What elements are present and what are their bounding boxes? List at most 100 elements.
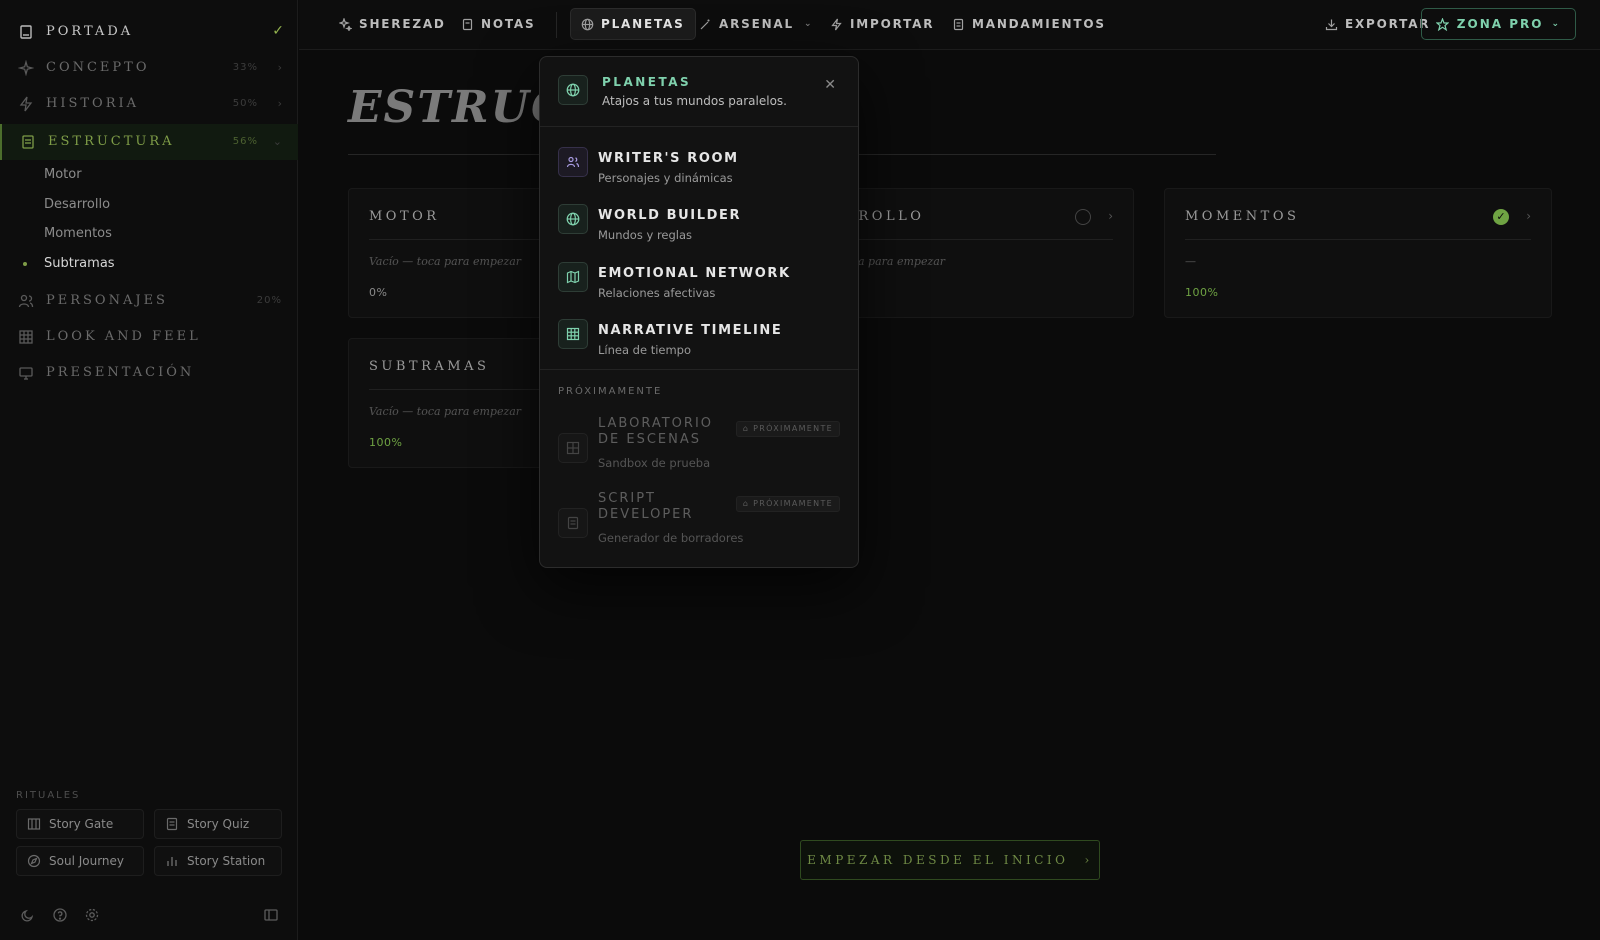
cta-label: EMPEZAR DESDE EL INICIO — [807, 853, 1069, 867]
dropdown-subtitle: Atajos a tus mundos paralelos. — [602, 94, 787, 108]
card-progress: 0% — [369, 286, 388, 299]
nav-label: SHEREZAD — [359, 17, 446, 31]
sidebar-item-label: PERSONAJES — [46, 293, 168, 308]
book-icon — [20, 25, 32, 39]
planet-title: LABORATORIO DE ESCENAS — [598, 416, 714, 447]
planet-title: SCRIPT DEVELOPER — [598, 491, 694, 522]
nav-arsenal[interactable]: ARSENAL ⌄ — [689, 8, 823, 40]
zona-pro-button[interactable]: ZONA PRO ⌄ — [1420, 8, 1576, 40]
sidebar-item-label: LOOK AND FEEL — [46, 329, 201, 344]
globe-icon — [581, 18, 594, 30]
sidebar-item-label: CONCEPTO — [46, 60, 150, 75]
coming-soon-badge: ⌂ PRÓXIMAMENTE — [735, 496, 840, 512]
badge-label: PRÓXIMAMENTE — [753, 424, 833, 433]
download-icon — [1325, 19, 1338, 30]
sidebar-subitem-desarrollo[interactable]: Desarrollo — [44, 197, 110, 212]
map-icon — [558, 262, 588, 292]
zona-pro-label: ZONA PRO — [1456, 17, 1544, 31]
sidebar-item-personajes[interactable]: PERSONAJES 20% — [0, 283, 298, 319]
nav-label: ARSENAL — [719, 17, 794, 31]
planet-subtitle: Personajes y dinámicas — [598, 171, 733, 185]
chevron-right-icon: › — [1084, 853, 1093, 867]
document-icon — [953, 18, 964, 30]
sidebar-item-estructura[interactable]: ESTRUCTURA 56% ⌄ — [0, 124, 298, 160]
card-note: Vacío — toca para empezar — [369, 405, 522, 418]
dropdown-title: PLANETAS — [602, 75, 692, 89]
chevron-right-icon: › — [1526, 209, 1531, 223]
document-icon — [558, 508, 588, 538]
card-momentos[interactable]: MOMENTOS ✓ › — 100% — [1164, 188, 1552, 318]
sidebar: PORTADA ✓ CONCEPTO 33% › HISTORIA 50% › … — [0, 0, 298, 940]
sidebar-item-presentacion[interactable]: PRESENTACIÓN — [0, 355, 298, 391]
sidebar-item-label: PORTADA — [46, 24, 134, 39]
compass-icon — [27, 854, 41, 868]
star-icon — [1435, 17, 1449, 31]
progress-percent: 20% — [256, 295, 282, 306]
planet-script-developer: SCRIPT DEVELOPER Generador de borradores… — [540, 491, 858, 562]
gear-icon[interactable] — [84, 907, 100, 923]
document-icon — [462, 18, 473, 30]
sidebar-item-portada[interactable]: PORTADA ✓ — [0, 14, 298, 50]
sidebar-item-historia[interactable]: HISTORIA 50% › — [0, 86, 298, 122]
sidebar-toggle-icon[interactable] — [263, 907, 279, 923]
bolt-icon — [19, 96, 33, 112]
card-note: Vacío — toca para empezar — [369, 255, 522, 268]
sparkle-icon — [339, 17, 352, 31]
ritual-story-station-button[interactable]: Story Station — [154, 846, 282, 876]
planet-world-builder[interactable]: WORLD BUILDER Mundos y reglas — [540, 202, 858, 258]
grid-icon — [558, 319, 588, 349]
sidebar-subitem-motor[interactable]: Motor — [44, 167, 82, 182]
progress-percent: 33% — [232, 62, 258, 73]
users-icon — [18, 294, 34, 308]
nav-notas[interactable]: NOTAS — [451, 8, 545, 40]
sidebar-item-concepto[interactable]: CONCEPTO 33% › — [0, 50, 298, 86]
sidebar-subitem-momentos[interactable]: Momentos — [44, 226, 112, 241]
ritual-label: Story Gate — [49, 817, 114, 831]
chevron-down-icon: ⌄ — [272, 135, 282, 148]
planet-subtitle: Sandbox de prueba — [598, 456, 711, 470]
planet-title: NARRATIVE TIMELINE — [598, 323, 783, 338]
nav-divider — [556, 12, 557, 38]
grid-icon — [19, 330, 33, 344]
planet-writers-room[interactable]: WRITER'S ROOM Personajes y dinámicas — [540, 145, 858, 201]
moon-icon[interactable] — [20, 907, 36, 923]
nav-label: EXPORTAR — [1345, 17, 1431, 31]
progress-percent: 50% — [232, 98, 258, 109]
monitor-icon — [19, 367, 33, 380]
wand-icon — [700, 19, 710, 29]
nav-planetas[interactable]: PLANETAS — [570, 8, 696, 40]
progress-percent: 56% — [232, 136, 258, 147]
nav-label: IMPORTAR — [850, 17, 935, 31]
coming-soon-heading: PRÓXIMAMENTE — [558, 386, 663, 397]
close-icon[interactable]: ✕ — [824, 77, 836, 93]
nav-importar[interactable]: IMPORTAR — [820, 8, 944, 40]
planet-subtitle: Relaciones afectivas — [598, 286, 716, 300]
ritual-soul-journey-button[interactable]: Soul Journey — [16, 846, 144, 876]
start-from-beginning-button[interactable]: EMPEZAR DESDE EL INICIO › — [800, 840, 1100, 880]
document-icon — [22, 135, 34, 149]
ritual-story-quiz-button[interactable]: Story Quiz — [154, 809, 282, 839]
ritual-label: Story Station — [187, 854, 266, 868]
ritual-story-gate-button[interactable]: Story Gate — [16, 809, 144, 839]
chevron-right-icon: › — [277, 97, 282, 110]
nav-sherezad[interactable]: SHEREZAD — [329, 8, 456, 40]
chevron-right-icon: › — [1108, 209, 1113, 223]
ritual-label: Soul Journey — [49, 854, 125, 868]
card-progress: 100% — [369, 436, 403, 449]
nav-label: PLANETAS — [601, 17, 685, 31]
nav-mandamientos[interactable]: MANDAMIENTOS — [942, 8, 1116, 40]
card-title: SUBTRAMAS — [369, 359, 490, 374]
planet-laboratorio-de-escenas: LABORATORIO DE ESCENAS Sandbox de prueba… — [540, 416, 858, 487]
planet-narrative-timeline[interactable]: NARRATIVE TIMELINE Línea de tiempo — [540, 317, 858, 373]
chevron-right-icon: › — [277, 61, 282, 74]
planet-subtitle: Línea de tiempo — [598, 343, 692, 357]
top-navigation: SHEREZAD NOTAS PLANETAS ARSENAL ⌄ IMPORT… — [299, 0, 1600, 50]
lock-icon: ⌂ — [742, 499, 754, 508]
sidebar-subitem-subtramas[interactable]: Subtramas — [44, 256, 115, 271]
planet-emotional-network[interactable]: EMOTIONAL NETWORK Relaciones afectivas — [540, 260, 858, 316]
sidebar-item-label: ESTRUCTURA — [48, 134, 175, 149]
chevron-down-icon: ⌄ — [803, 19, 814, 29]
card-divider — [1185, 239, 1531, 240]
sidebar-item-look-and-feel[interactable]: LOOK AND FEEL — [0, 319, 298, 355]
help-icon[interactable] — [52, 907, 68, 923]
